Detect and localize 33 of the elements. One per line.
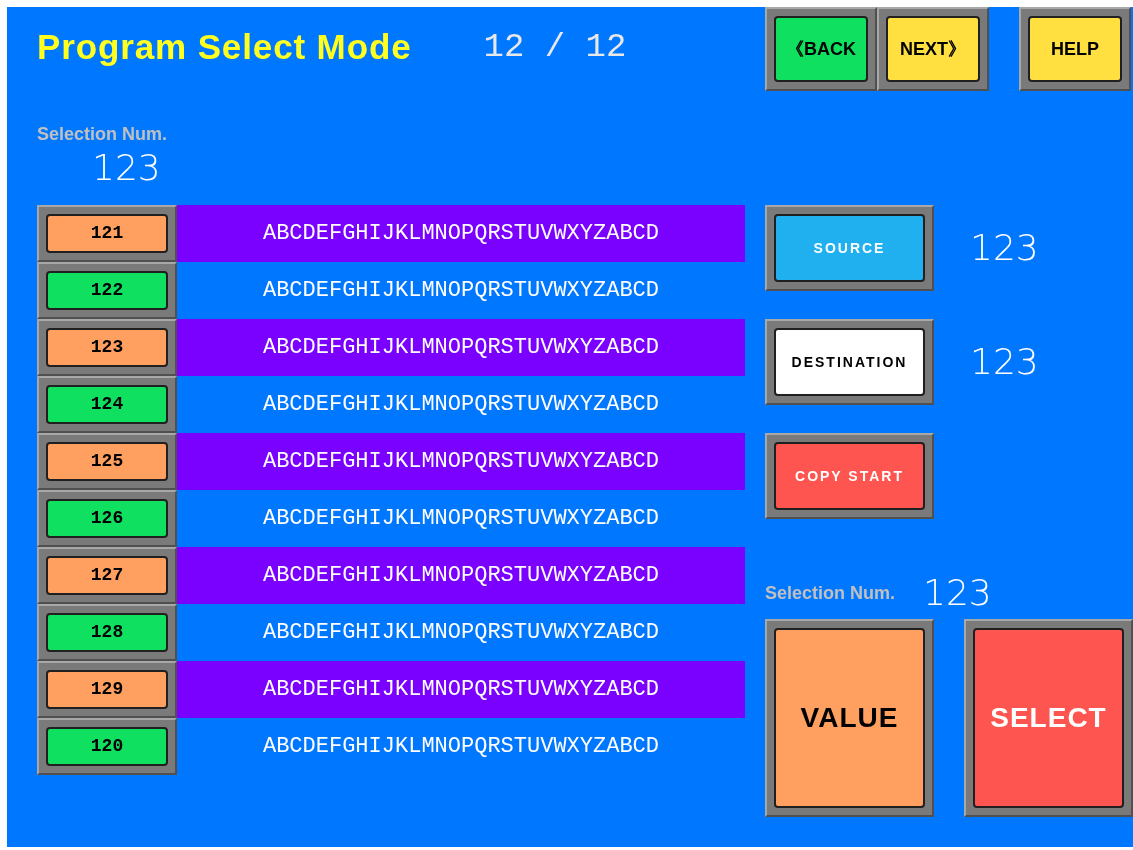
program-number-button[interactable]: 125	[37, 433, 177, 490]
program-name: ABCDEFGHIJKLMNOPQRSTUVWXYZABCD	[262, 733, 660, 761]
program-name: ABCDEFGHIJKLMNOPQRSTUVWXYZABCD	[262, 334, 660, 362]
selection-label: Selection Num.	[37, 123, 169, 146]
program-name: ABCDEFGHIJKLMNOPQRSTUVWXYZABCD	[262, 619, 660, 647]
program-number-button[interactable]: 120	[37, 718, 177, 775]
copy-panel-value: 123	[970, 226, 1039, 270]
page-counter: 12 / 12	[483, 26, 627, 68]
program-name: ABCDEFGHIJKLMNOPQRSTUVWXYZABCD	[262, 277, 660, 305]
nav-button[interactable]: HELP	[1019, 7, 1131, 91]
screen-title: Program Select Mode	[37, 25, 412, 68]
selection-label: Selection Num.	[765, 581, 896, 605]
selection-value: 123	[92, 148, 162, 188]
program-number-button[interactable]: 128	[37, 604, 177, 661]
program-number-button[interactable]: 122	[37, 262, 177, 319]
action-button[interactable]: VALUE	[765, 619, 934, 817]
program-number-button[interactable]: 121	[37, 205, 177, 262]
copy-panel-button[interactable]: DESTINATION	[765, 319, 934, 405]
program-name: ABCDEFGHIJKLMNOPQRSTUVWXYZABCD	[262, 676, 660, 704]
program-name: ABCDEFGHIJKLMNOPQRSTUVWXYZABCD	[262, 562, 660, 590]
nav-button[interactable]: 《BACK	[765, 7, 877, 91]
program-number-button[interactable]: 123	[37, 319, 177, 376]
program-number-button[interactable]: 127	[37, 547, 177, 604]
program-number-button[interactable]: 124	[37, 376, 177, 433]
copy-panel-value: 123	[970, 340, 1039, 384]
program-name: ABCDEFGHIJKLMNOPQRSTUVWXYZABCD	[262, 391, 660, 419]
program-number-button[interactable]: 126	[37, 490, 177, 547]
selection-value: 123	[923, 571, 992, 615]
program-name: ABCDEFGHIJKLMNOPQRSTUVWXYZABCD	[262, 448, 660, 476]
program-name: ABCDEFGHIJKLMNOPQRSTUVWXYZABCD	[262, 220, 660, 248]
program-name: ABCDEFGHIJKLMNOPQRSTUVWXYZABCD	[262, 505, 660, 533]
nav-button[interactable]: NEXT》	[877, 7, 989, 91]
program-number-button[interactable]: 129	[37, 661, 177, 718]
